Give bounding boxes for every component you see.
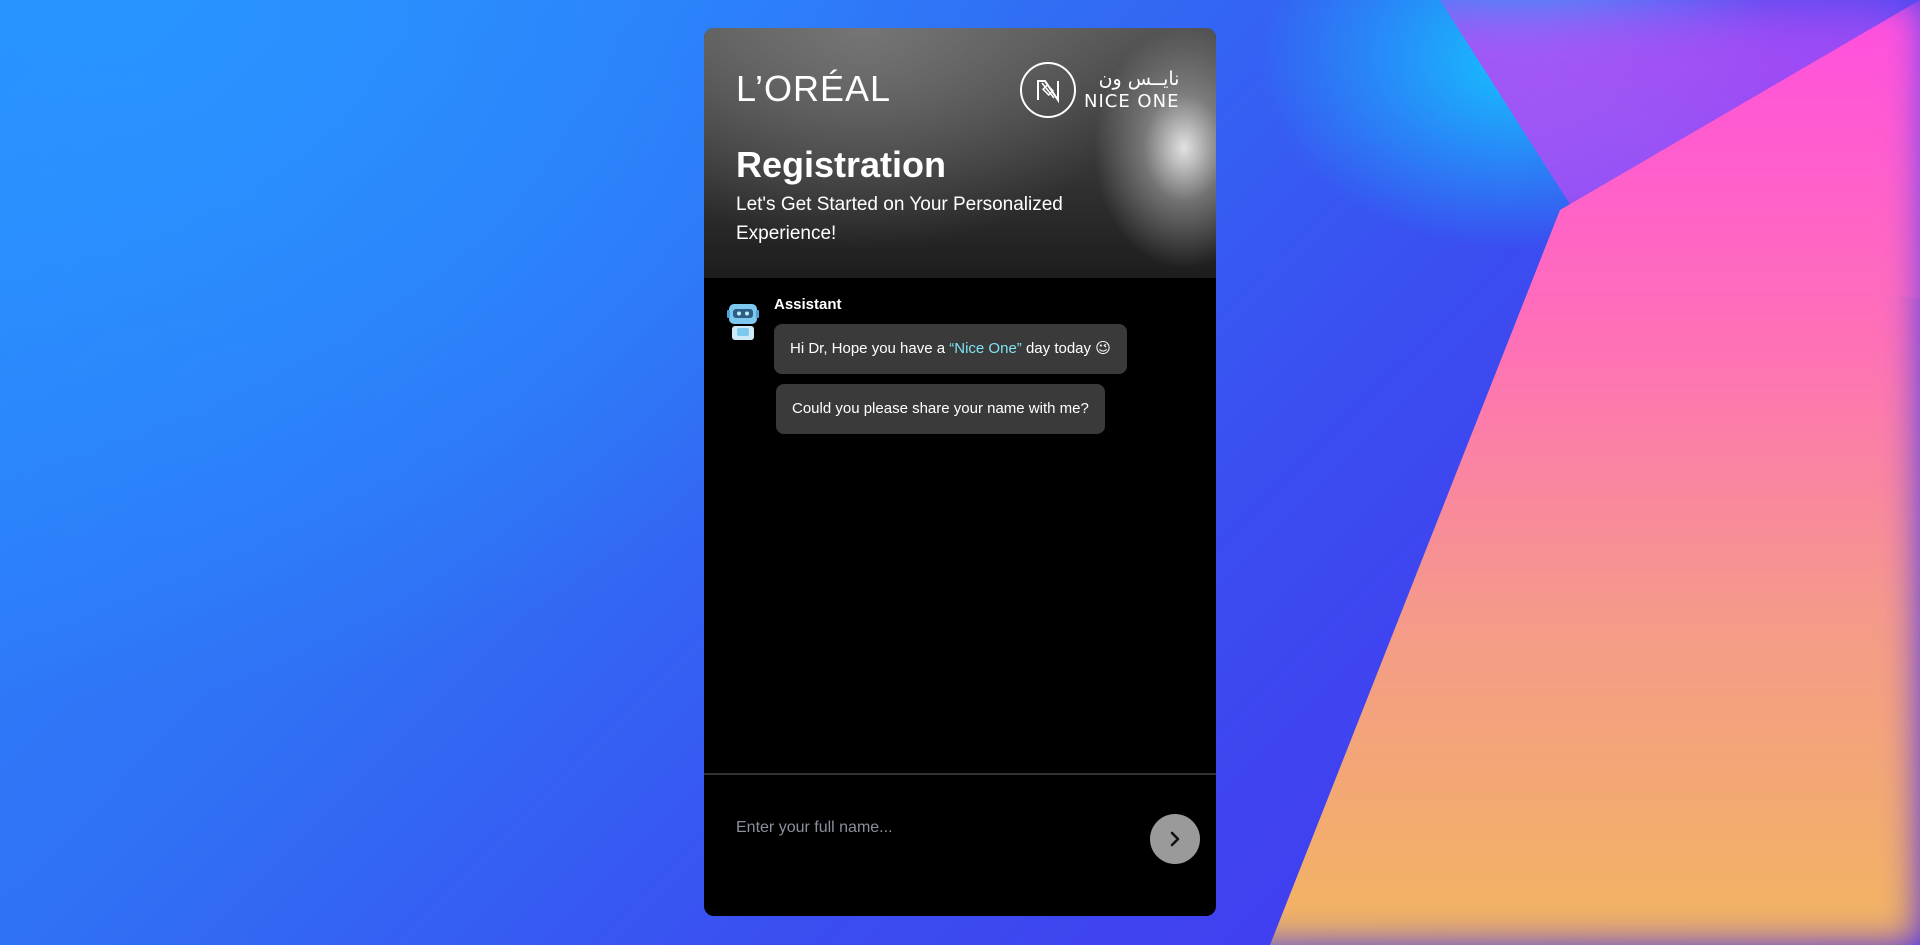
- message-highlight-text: “Nice One”: [949, 340, 1022, 357]
- send-button[interactable]: [1150, 814, 1200, 864]
- page-subtitle: Let's Get Started on Your Personalized E…: [736, 194, 1063, 244]
- nice-one-logo: نايــس ون NICE ONE: [1020, 60, 1179, 120]
- registration-panel: L’ORÉAL نايــس ون NICE ONE Registration …: [704, 28, 1216, 916]
- message-text-suffix: day today: [1021, 340, 1096, 357]
- chevron-right-icon: [1170, 831, 1180, 847]
- chat-message-bubble: Could you please share your name with me…: [776, 384, 1105, 434]
- message-sender-name: Assistant: [774, 296, 842, 313]
- chat-message-bubble: Hi Dr, Hope you have a “Nice One” day to…: [774, 324, 1127, 374]
- nice-one-emblem-icon: [1020, 62, 1076, 118]
- wink-emoji-icon: 😉: [1095, 340, 1111, 357]
- loreal-logo: L’ORÉAL: [736, 68, 892, 109]
- nice-one-latin-text: NICE ONE: [1084, 90, 1180, 112]
- full-name-input[interactable]: [736, 813, 1136, 843]
- message-text: Hi Dr, Hope you have a: [790, 340, 950, 357]
- robot-avatar-icon: [726, 302, 760, 342]
- nice-one-wordmark: نايــس ون NICE ONE: [1084, 67, 1180, 112]
- chat-thread: Assistant Hi Dr, Hope you have a “Nice O…: [704, 278, 1216, 773]
- nice-one-arabic-text: نايــس ون: [1098, 67, 1180, 90]
- panel-header: L’ORÉAL نايــس ون NICE ONE Registration …: [704, 28, 1216, 278]
- page-title: Registration: [736, 144, 947, 185]
- message-text: Could you please share your name with me…: [792, 400, 1089, 417]
- composer: [704, 775, 1216, 916]
